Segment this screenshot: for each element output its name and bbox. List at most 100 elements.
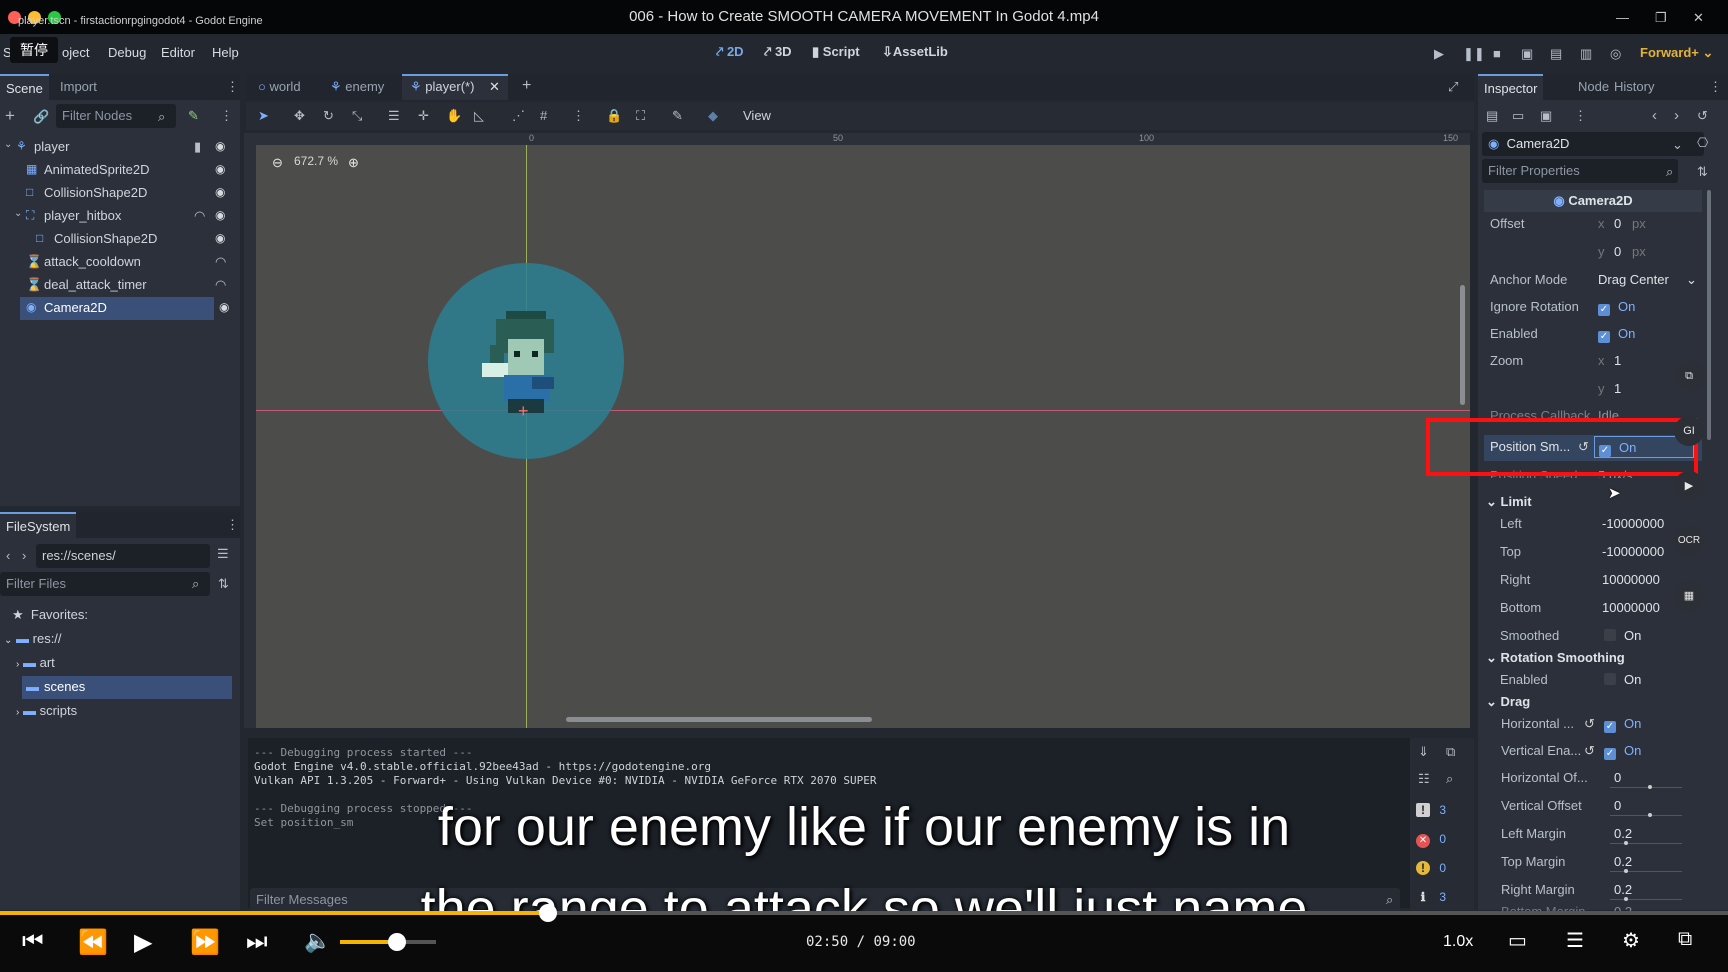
add-node-icon[interactable]: + [5, 106, 15, 126]
pause-project-icon[interactable]: ❚❚ [1463, 46, 1485, 62]
distraction-free-icon[interactable]: ⤢ [1448, 79, 1458, 95]
prop-offset-x[interactable]: Offset x 0 px [1480, 212, 1702, 238]
signal-icon[interactable]: ◠ [215, 254, 226, 270]
tree-node-attack-cooldown[interactable]: ⌛ attack_cooldown ◠ [4, 251, 236, 274]
folder-scripts[interactable]: › ▬ scripts [16, 703, 77, 718]
collapse-arrow-icon[interactable]: ⌄ [4, 139, 12, 150]
volume-knob[interactable] [388, 933, 406, 951]
prop-ignore-rotation[interactable]: Ignore Rotation ✓ On [1480, 295, 1702, 321]
add-script-icon[interactable]: ✎ [188, 108, 199, 124]
canvas-viewport[interactable]: + [256, 145, 1470, 728]
zoom-level[interactable]: 672.7 % [294, 154, 338, 168]
signal-icon[interactable]: ◠ [194, 208, 205, 224]
menu-debug[interactable]: Debug [108, 45, 146, 60]
bone-icon[interactable]: ✎ [672, 108, 683, 124]
collapse-icon[interactable]: ☷ [1418, 771, 1430, 787]
renderer-select[interactable]: Forward+ ⌄ [1640, 45, 1713, 61]
remote-debug-icon[interactable]: ▣ [1521, 46, 1533, 62]
prop-offset-y[interactable]: y 0 px [1480, 240, 1702, 266]
history-back-icon[interactable]: ‹ [1652, 107, 1657, 124]
tab-filesystem[interactable]: FileSystem [0, 512, 77, 538]
skip-to-end-icon[interactable]: ⏭ [246, 928, 268, 956]
tree-node-deal-attack-timer[interactable]: ⌛ deal_attack_timer ◠ [4, 274, 236, 297]
prop-limit-right[interactable]: Right 10000000 [1480, 568, 1702, 594]
close-icon[interactable]: ✕ [1693, 10, 1704, 26]
vertical-scrollbar[interactable] [1460, 285, 1465, 405]
new-resource-icon[interactable]: ▤ [1486, 108, 1498, 124]
prop-zoom-x[interactable]: Zoom x 1 [1480, 349, 1702, 375]
prop-anchor-mode[interactable]: Anchor Mode Drag Center ⌄ [1480, 268, 1702, 294]
zoom-in-icon[interactable]: ⊕ [348, 155, 359, 171]
filter-properties-input[interactable]: Filter Properties [1482, 159, 1678, 183]
visibility-eye-icon[interactable]: ◉ [215, 231, 225, 245]
pan-tool-icon[interactable]: ✋ [446, 108, 462, 124]
progress-knob[interactable] [539, 904, 557, 922]
move-tool-icon[interactable]: ✥ [294, 108, 305, 124]
workspace-3d-button[interactable]: ⤤ 3D [764, 44, 792, 60]
playlist-icon[interactable]: ☰ [1566, 928, 1584, 953]
horizontal-scrollbar[interactable] [566, 717, 872, 722]
property-settings-icon[interactable]: ⇅ [1697, 164, 1708, 180]
movie-maker-icon[interactable]: ◎ [1610, 46, 1621, 62]
inspector-scrollbar[interactable] [1707, 190, 1711, 440]
menu-project[interactable]: oject [62, 45, 89, 60]
ruler-tool-icon[interactable]: ◺ [474, 108, 484, 124]
camera-override-icon[interactable]: ◆ [708, 108, 718, 124]
scene-tree-menu-icon[interactable]: ⋮ [220, 108, 233, 124]
folder-art[interactable]: › ▬ art [16, 655, 55, 670]
script-attached-icon[interactable]: ▮ [194, 139, 201, 155]
visibility-eye-icon[interactable]: ◉ [215, 185, 225, 199]
tree-node-collisionshape2d[interactable]: □ CollisionShape2D ◉ [4, 182, 236, 205]
zoom-out-icon[interactable]: ⊖ [272, 155, 283, 171]
node-docs-icon[interactable]: ⎔ [1697, 135, 1708, 151]
play-icon[interactable]: ▶ [134, 928, 152, 957]
restore-icon[interactable]: ❐ [1655, 10, 1667, 26]
select-tool-icon[interactable]: ➤ [258, 108, 269, 124]
prop-vertical-enabled[interactable]: Vertical Ena... ↺ ✓ On [1480, 739, 1702, 765]
prop-limit-bottom[interactable]: Bottom 10000000 [1480, 596, 1702, 622]
workspace-assetlib-button[interactable]: ⇩AssetLib [882, 44, 948, 60]
save-resource-icon[interactable]: ▣ [1540, 108, 1552, 124]
visibility-eye-icon[interactable]: ◉ [219, 300, 229, 314]
scale-tool-icon[interactable]: ⤡ [352, 108, 362, 124]
tab-scene[interactable]: Scene [0, 74, 49, 100]
fast-forward-icon[interactable]: ⏩ [190, 928, 220, 957]
view-menu[interactable]: View [743, 108, 771, 123]
play-scene-icon[interactable]: ▤ [1550, 46, 1562, 62]
snap-options-icon[interactable]: ⋮ [572, 108, 585, 124]
visibility-eye-icon[interactable]: ◉ [215, 162, 225, 176]
play-custom-scene-icon[interactable]: ▥ [1580, 46, 1592, 62]
tab-history[interactable]: History [1608, 74, 1660, 100]
path-field[interactable]: res://scenes/ [36, 544, 210, 568]
grid-snap-icon[interactable]: # [540, 108, 547, 123]
minimize-icon[interactable]: — [1616, 10, 1629, 25]
res-root-item[interactable]: ⌄ ▬ res:// [4, 631, 62, 646]
workspace-2d-button[interactable]: ⤤ 2D [716, 44, 744, 60]
split-view-icon[interactable]: ☰ [217, 546, 229, 562]
tree-node-collisionshape2d-child[interactable]: □ CollisionShape2D ◉ [4, 228, 236, 251]
crop-icon[interactable]: ⧉ [1674, 361, 1704, 391]
tree-node-animatedsprite2d[interactable]: ▦ AnimatedSprite2D ◉ [4, 159, 236, 182]
prop-limit-top[interactable]: Top -10000000 [1480, 540, 1702, 566]
group-icon[interactable]: ⛶ [636, 108, 645, 124]
history-forward-icon[interactable]: › [1674, 107, 1679, 124]
workspace-script-button[interactable]: ▮ Script [812, 44, 860, 60]
tree-node-player-hitbox[interactable]: ⌄ ⛶ player_hitbox ◠ ◉ [4, 205, 236, 228]
gi-button[interactable]: GI [1674, 416, 1704, 446]
tab-enemy[interactable]: ⚘ enemy [330, 79, 384, 95]
revert-icon[interactable]: ↺ [1584, 743, 1595, 759]
play-project-icon[interactable]: ▶ [1434, 46, 1444, 62]
close-tab-icon[interactable]: ✕ [489, 79, 500, 95]
pivot-tool-icon[interactable]: ✛ [418, 108, 429, 124]
forward-icon[interactable]: › [22, 548, 26, 563]
airplay-icon[interactable]: ▭ [1508, 928, 1527, 953]
clear-output-icon[interactable]: ⇓ [1418, 744, 1429, 760]
dock-menu-icon[interactable]: ⋮ [1709, 79, 1722, 95]
back-icon[interactable]: ‹ [6, 548, 10, 563]
visibility-eye-icon[interactable]: ◉ [215, 139, 225, 153]
dock-menu-icon[interactable]: ⋮ [226, 517, 239, 533]
slider-grabber[interactable] [1648, 785, 1652, 789]
copy-icon[interactable]: ⧉ [1446, 744, 1455, 760]
prop-enabled[interactable]: Enabled ✓ On [1480, 322, 1702, 348]
ocr-button[interactable]: OCR [1674, 526, 1704, 556]
